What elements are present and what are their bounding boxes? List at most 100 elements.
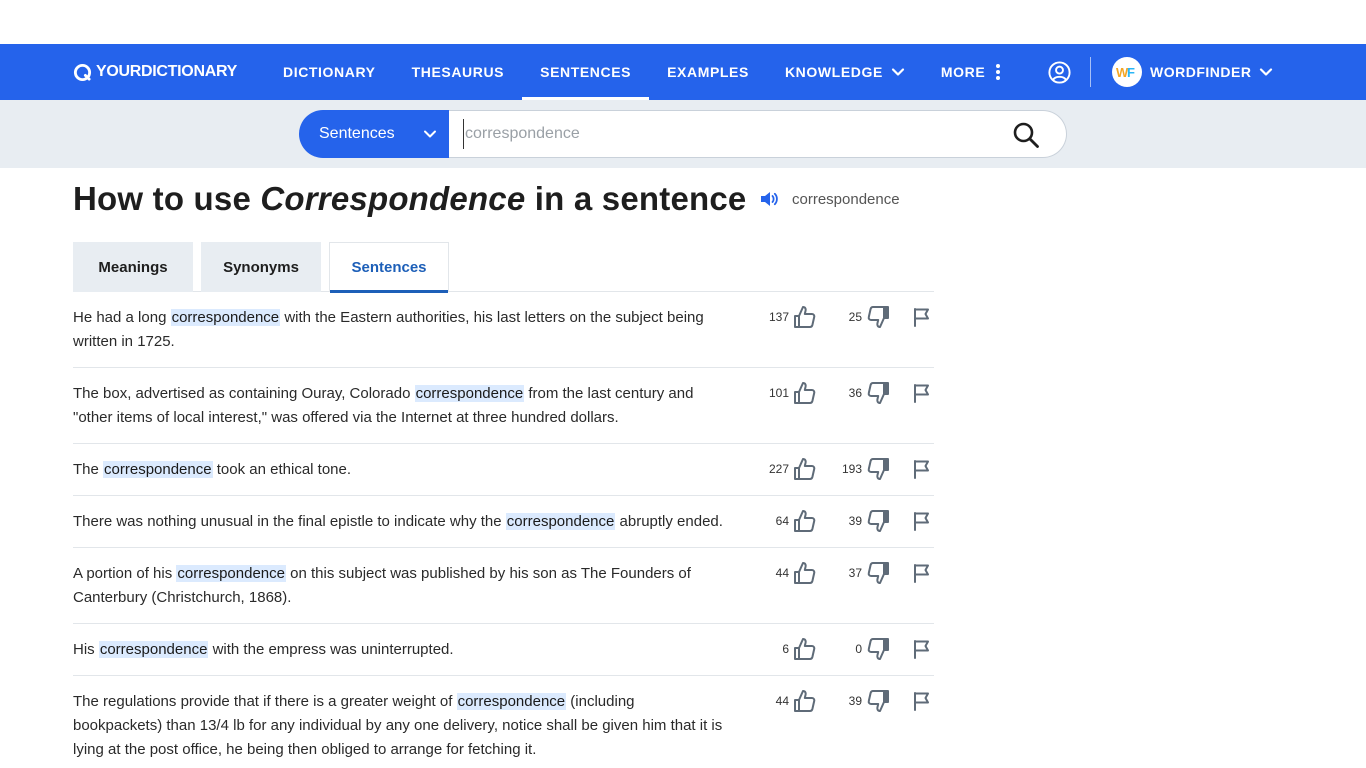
tab-synonyms[interactable]: Synonyms [201, 242, 321, 292]
wordfinder-menu[interactable]: W F WORDFINDER [1112, 57, 1273, 87]
nav-label: THESAURUS [411, 64, 505, 80]
chevron-down-icon [424, 130, 436, 138]
nav-dictionary[interactable]: DICTIONARY [265, 44, 394, 100]
wf-mark: W F [1116, 65, 1135, 80]
tab-sentences[interactable]: Sentences [329, 242, 449, 293]
highlighted-word[interactable]: correspondence [414, 385, 525, 402]
downvote-count: 37 [848, 566, 862, 580]
nav-more[interactable]: MORE [923, 44, 1021, 100]
title-suffix: in a sentence [525, 180, 747, 217]
word-tabs: Meanings Synonyms Sentences [73, 242, 934, 293]
thumbs-down-icon[interactable] [865, 456, 891, 482]
downvote-count: 36 [848, 386, 862, 400]
flag-icon[interactable] [911, 510, 933, 532]
flag-icon[interactable] [911, 690, 933, 712]
wordfinder-label: WORDFINDER [1150, 64, 1252, 80]
sentence-row: The box, advertised as containing Ouray,… [73, 368, 934, 444]
flag-icon[interactable] [911, 382, 933, 404]
title-prefix: How to use [73, 180, 261, 217]
thumbs-up-icon[interactable] [792, 560, 818, 586]
sentence-row: The correspondence took an ethical tone.… [73, 444, 934, 496]
speaker-icon[interactable] [758, 188, 780, 210]
thumbs-up-icon[interactable] [792, 456, 818, 482]
sentence-text: There was nothing unusual in the final e… [73, 510, 723, 534]
sentence-actions: 137 25 [763, 304, 933, 330]
search-bar: Sentences [299, 110, 1067, 158]
sentence-row: A portion of his correspondence on this … [73, 548, 934, 624]
sentence-text: His correspondence with the empress was … [73, 638, 723, 662]
thumbs-down-icon[interactable] [865, 688, 891, 714]
downvote-count: 39 [848, 694, 862, 708]
flag-icon[interactable] [911, 306, 933, 328]
thumbs-down-icon[interactable] [865, 508, 891, 534]
highlighted-word[interactable]: correspondence [170, 309, 281, 326]
sentence-text: He had a long correspondence with the Ea… [73, 306, 723, 354]
nav-examples[interactable]: EXAMPLES [649, 44, 767, 100]
user-circle-icon[interactable] [1047, 60, 1072, 85]
highlighted-word[interactable]: correspondence [505, 513, 616, 530]
page-title: How to use Correspondence in a sentence [73, 180, 746, 218]
sentence-row: He had a long correspondence with the Ea… [73, 292, 934, 368]
sentence-after: with the empress was uninterrupted. [208, 641, 454, 658]
heading-row: How to use Correspondence in a sentence … [73, 178, 900, 220]
logo-icon [73, 63, 92, 81]
search-input[interactable] [463, 119, 983, 149]
nav-label: KNOWLEDGE [784, 64, 883, 80]
header-divider [1090, 57, 1091, 87]
search-icon[interactable] [1012, 121, 1040, 149]
nav-label: EXAMPLES [667, 64, 749, 80]
nav-sentences[interactable]: SENTENCES [522, 44, 650, 100]
nav-label: DICTIONARY [283, 64, 376, 80]
flag-icon[interactable] [911, 458, 933, 480]
thumbs-down-icon[interactable] [865, 636, 891, 662]
top-navigation-bar: YOURDICTIONARY DICTIONARY THESAURUS SENT… [0, 44, 1366, 100]
thumbs-up-icon[interactable] [792, 304, 818, 330]
nav-thesaurus[interactable]: THESAURUS [394, 44, 523, 100]
wordfinder-logo-icon: W F [1112, 57, 1142, 87]
thumbs-up-icon[interactable] [792, 380, 818, 406]
downvote-count: 193 [841, 462, 862, 476]
sentence-actions: 60 [763, 636, 933, 662]
thumbs-up-icon[interactable] [792, 688, 818, 714]
sentence-actions: 227 193 [763, 456, 933, 482]
tab-label: Meanings [98, 258, 168, 276]
site-logo[interactable]: YOURDICTIONARY [73, 62, 237, 82]
thumbs-down-icon[interactable] [865, 560, 891, 586]
thumbs-up-icon[interactable] [792, 636, 818, 662]
downvote-count: 0 [855, 642, 862, 656]
sentence-before: The [73, 461, 104, 478]
sentence-before: His [73, 641, 99, 658]
upvote-count: 137 [768, 310, 789, 324]
downvote-count: 25 [848, 310, 862, 324]
sentence-text: The correspondence took an ethical tone. [73, 458, 723, 482]
thumbs-down-icon[interactable] [865, 304, 891, 330]
logo-text: YOURDICTIONARY [96, 63, 237, 80]
highlighted-word[interactable]: correspondence [103, 461, 213, 478]
wf-mark-f: F [1127, 65, 1135, 80]
tab-label: Sentences [351, 259, 427, 276]
highlighted-word[interactable]: correspondence [456, 693, 567, 710]
nav-label: SENTENCES [540, 64, 632, 80]
nav-knowledge[interactable]: KNOWLEDGE [767, 44, 923, 100]
tab-label: Synonyms [223, 258, 299, 276]
search-type-select[interactable]: Sentences [299, 110, 449, 158]
sentence-before: There was nothing unusual in the final e… [73, 513, 506, 530]
sentence-before: He had a long [73, 309, 171, 326]
sentence-actions: 101 36 [763, 380, 933, 406]
flag-icon[interactable] [911, 562, 933, 584]
title-word: Correspondence [260, 180, 526, 217]
upvote-count: 6 [782, 642, 789, 656]
thumbs-up-icon[interactable] [792, 508, 818, 534]
sentence-text: The regulations provide that if there is… [73, 690, 723, 762]
thumbs-down-icon[interactable] [865, 380, 891, 406]
pronunciation: correspondence [758, 188, 900, 210]
flag-icon[interactable] [911, 638, 933, 660]
search-input-container [449, 110, 1067, 158]
highlighted-word[interactable]: correspondence [98, 641, 209, 658]
tab-meanings[interactable]: Meanings [73, 242, 193, 292]
chevron-down-icon [891, 68, 904, 76]
sentence-row: His correspondence with the empress was … [73, 624, 934, 676]
upvote-count: 227 [768, 462, 789, 476]
upvote-count: 44 [775, 694, 789, 708]
highlighted-word[interactable]: correspondence [176, 565, 286, 582]
